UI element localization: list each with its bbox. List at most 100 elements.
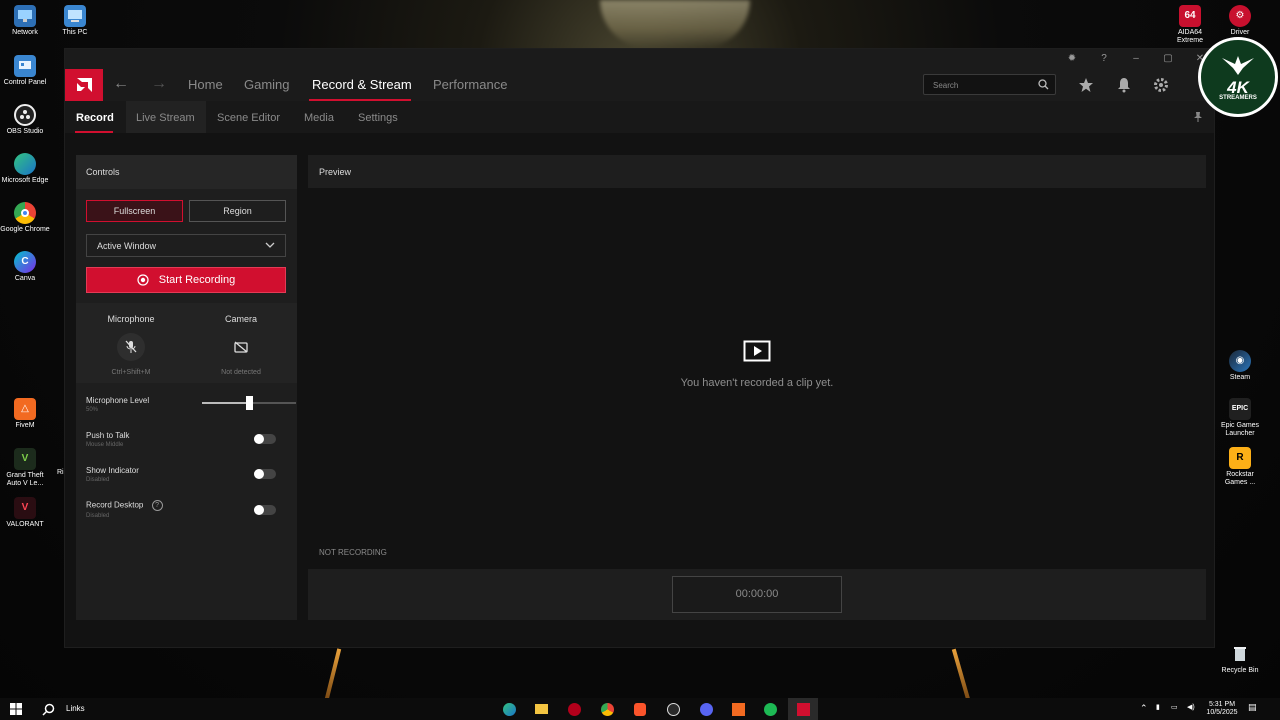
nav-gaming[interactable]: Gaming xyxy=(244,77,290,92)
tray-clock[interactable]: 5:31 PM 10/5/2025 xyxy=(1204,701,1240,717)
search-icon[interactable] xyxy=(40,701,56,717)
desktop-icon-gta[interactable]: V Grand Theft Auto V Le... xyxy=(0,448,50,488)
nav-performance[interactable]: Performance xyxy=(433,77,507,92)
recording-status: NOT RECORDING xyxy=(319,548,387,557)
help-icon[interactable]: ? xyxy=(1097,52,1111,66)
desktop-icon-epic[interactable]: EPIC Epic Games Launcher xyxy=(1215,398,1265,438)
taskbar: Links ⌃ ▮ ▭ ◀) 5:31 PM 10/5/2025 ▤ xyxy=(0,698,1280,720)
pin-icon[interactable] xyxy=(1192,111,1204,123)
start-recording-label: Start Recording xyxy=(158,274,236,286)
computer-icon xyxy=(64,5,86,27)
partial-desktop-label: Ri xyxy=(57,469,64,476)
push-to-talk-toggle[interactable] xyxy=(254,434,276,444)
star-icon[interactable] xyxy=(1078,77,1094,93)
amd-adrenalin-icon[interactable] xyxy=(566,701,582,717)
push-to-talk-setting: Push to Talk Mouse Middle xyxy=(86,431,286,448)
start-recording-button[interactable]: Start Recording xyxy=(86,267,286,293)
desktop-icon-control-panel[interactable]: Control Panel xyxy=(0,55,50,87)
toggle-knob xyxy=(254,469,264,479)
rockstar-icon: R xyxy=(1229,447,1251,469)
tab-settings[interactable]: Settings xyxy=(358,112,398,124)
microphone-muted-icon xyxy=(125,340,137,353)
tab-scene-editor[interactable]: Scene Editor xyxy=(217,112,280,124)
record-desktop-toggle[interactable] xyxy=(254,505,276,515)
fivem-icon[interactable] xyxy=(730,701,746,717)
empty-state: You haven't recorded a clip yet. xyxy=(308,340,1206,389)
controls-panel: Controls Fullscreen Region Active Window… xyxy=(76,155,297,620)
video-play-icon xyxy=(743,340,771,362)
tray-chevron-up-icon[interactable]: ⌃ xyxy=(1140,704,1148,713)
capture-mode-value: Active Window xyxy=(97,241,157,251)
spotify-icon[interactable] xyxy=(762,701,778,717)
notification-center-icon[interactable]: ▤ xyxy=(1248,703,1257,712)
sub-navigation: Record Live Stream Scene Editor Media Se… xyxy=(65,101,1214,133)
desktop-icon-aida64[interactable]: 64 AIDA64 Extreme xyxy=(1165,5,1215,45)
microphone-title: Microphone xyxy=(107,314,155,324)
desktop-icon-obs[interactable]: OBS Studio xyxy=(0,104,50,136)
desktop-icon-rockstar[interactable]: R Rockstar Games ... xyxy=(1215,447,1265,487)
desktop-icon-fivem[interactable]: △ FiveM xyxy=(0,398,50,430)
notification-bell-icon[interactable] xyxy=(1116,77,1132,93)
steam-icon: ◉ xyxy=(1229,350,1251,372)
tray-volume-icon[interactable]: ◀) xyxy=(1187,704,1195,712)
amd-software-window: ✹ ? – ▢ ✕ ← → Home Gaming Record & Strea… xyxy=(64,48,1215,648)
desktop-icon-driver[interactable]: ⚙ Driver xyxy=(1215,5,1265,37)
top-navigation: ← → Home Gaming Record & Stream Performa… xyxy=(65,69,1214,101)
camera-toggle[interactable] xyxy=(227,333,255,361)
desktop-icon-edge[interactable]: Microsoft Edge xyxy=(0,153,50,185)
badge-text: 4K xyxy=(1227,77,1249,97)
discord-icon[interactable] xyxy=(698,701,714,717)
maximize-button[interactable]: ▢ xyxy=(1161,52,1175,66)
forward-arrow-icon[interactable]: → xyxy=(151,75,167,93)
desktop-icon-this-pc[interactable]: This PC xyxy=(50,5,100,37)
bug-report-icon[interactable]: ✹ xyxy=(1065,52,1079,66)
minimize-button[interactable]: – xyxy=(1129,52,1143,66)
back-arrow-icon[interactable]: ← xyxy=(113,75,129,93)
file-explorer-icon[interactable] xyxy=(533,701,549,717)
help-circle-icon[interactable]: ? xyxy=(151,500,163,511)
control-panel-icon xyxy=(14,55,36,77)
microphone-mute-toggle[interactable] xyxy=(117,333,145,361)
windows-start-icon[interactable] xyxy=(8,701,24,717)
capture-mode-dropdown[interactable]: Active Window xyxy=(86,234,286,257)
wallpaper-light xyxy=(600,0,750,48)
desktop-icon-recycle-bin[interactable]: Recycle Bin xyxy=(1215,643,1265,675)
microphone-level-setting: Microphone Level 50% xyxy=(86,396,296,413)
fullscreen-button[interactable]: Fullscreen xyxy=(86,200,183,222)
preview-panel: Preview You haven't recorded a clip yet.… xyxy=(308,155,1206,620)
desktop-icon-canva[interactable]: C Canva xyxy=(0,251,50,283)
obs-icon xyxy=(14,104,36,126)
region-button[interactable]: Region xyxy=(189,200,286,222)
microphone-level-slider[interactable] xyxy=(202,396,296,410)
desktop-icon-valorant[interactable]: V VALORANT xyxy=(0,497,50,529)
chevron-down-icon xyxy=(265,242,275,248)
record-desktop-label: Record Desktop xyxy=(86,500,144,510)
steam-icon[interactable] xyxy=(665,701,681,717)
microphone-section: Microphone Ctrl+Shift+M xyxy=(76,303,186,376)
show-indicator-toggle[interactable] xyxy=(254,469,276,479)
preview-title: Preview xyxy=(308,155,1206,188)
tray-date: 10/5/2025 xyxy=(1206,709,1238,716)
desktop-icon-steam[interactable]: ◉ Steam xyxy=(1215,350,1265,382)
chrome-icon[interactable] xyxy=(599,701,615,717)
desktop-icon-network[interactable]: Network xyxy=(0,5,50,37)
tray-usb-icon[interactable]: ▮ xyxy=(1156,704,1160,712)
tray-network-icon[interactable]: ▭ xyxy=(1171,704,1178,712)
desktop-icon-chrome[interactable]: Google Chrome xyxy=(0,202,50,234)
amd-logo-icon[interactable] xyxy=(65,69,103,101)
nav-home[interactable]: Home xyxy=(188,77,223,92)
tab-live-stream[interactable]: Live Stream xyxy=(136,112,195,124)
record-icon xyxy=(137,274,149,286)
title-bar: ✹ ? – ▢ ✕ xyxy=(65,49,1214,69)
tab-record[interactable]: Record xyxy=(76,112,114,124)
taskbar-links-label[interactable]: Links xyxy=(66,704,85,713)
edge-icon[interactable] xyxy=(501,701,517,717)
amd-software-icon[interactable] xyxy=(795,701,811,717)
brave-icon[interactable] xyxy=(632,701,648,717)
tab-media[interactable]: Media xyxy=(304,112,334,124)
settings-gear-icon[interactable] xyxy=(1153,77,1169,93)
slider-fill xyxy=(202,402,249,404)
search-input[interactable]: Search xyxy=(923,74,1056,95)
slider-thumb[interactable] xyxy=(246,396,253,410)
nav-record-stream[interactable]: Record & Stream xyxy=(312,77,412,92)
